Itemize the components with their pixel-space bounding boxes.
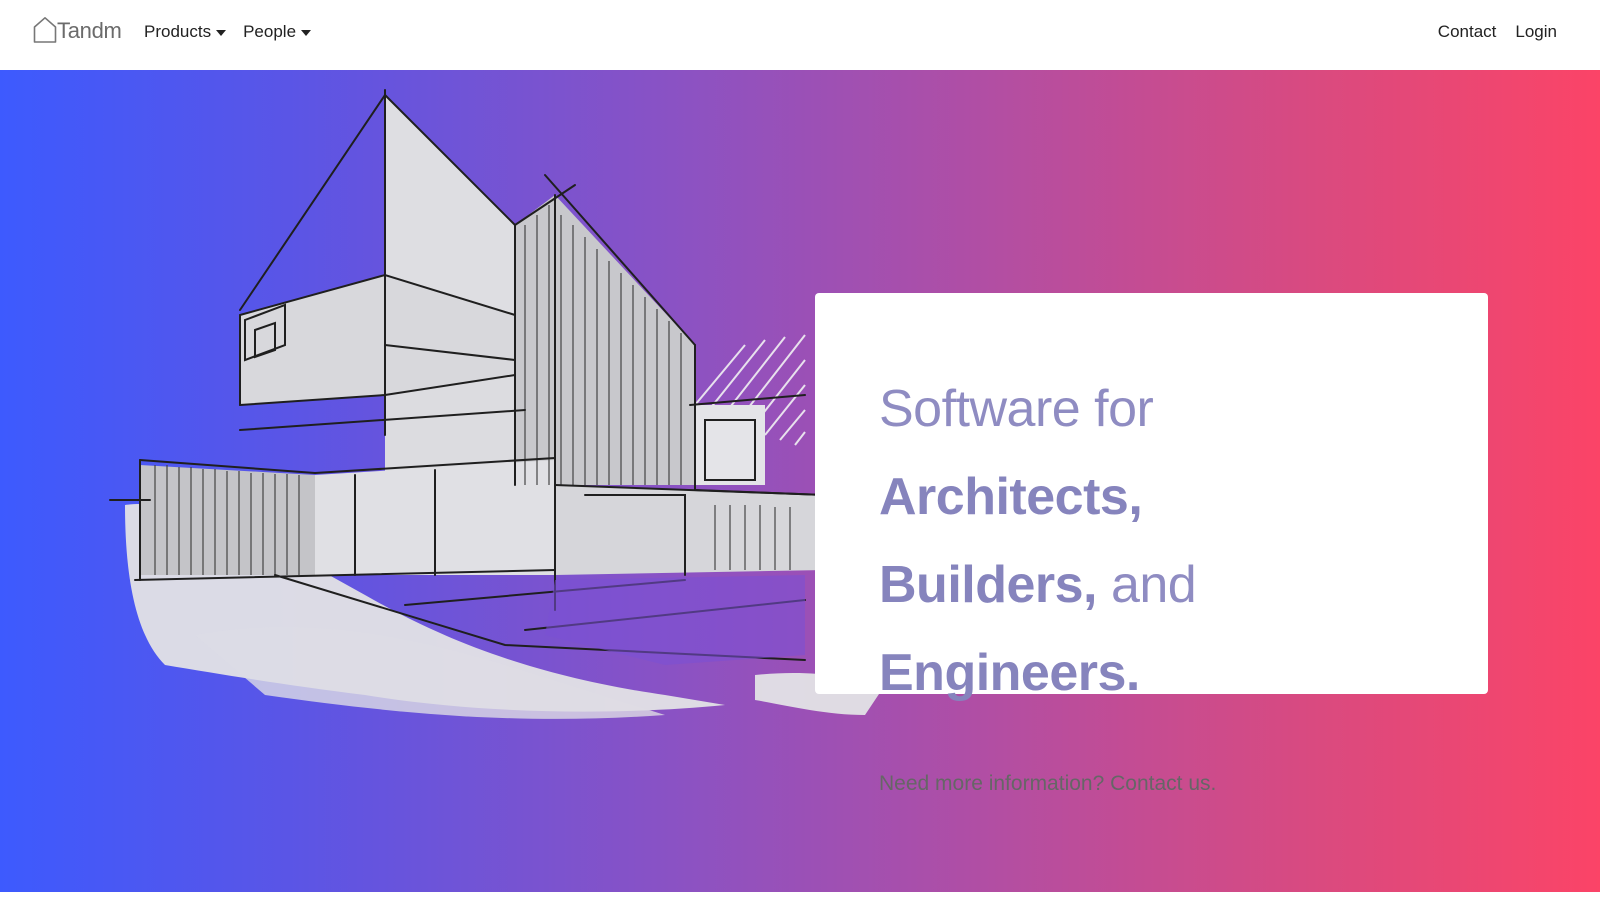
headline-text-1: Software for bbox=[879, 380, 1154, 438]
nav-left-menu: Products People bbox=[144, 22, 312, 42]
nav-people-dropdown[interactable]: People bbox=[243, 22, 312, 42]
brand-logo[interactable]: Tandm bbox=[33, 16, 122, 43]
house-icon bbox=[33, 17, 57, 43]
contact-prompt-text: Need more information? bbox=[879, 772, 1111, 795]
caret-down-icon bbox=[301, 29, 312, 36]
nav-right-menu: Contact Login bbox=[1438, 22, 1557, 42]
brand-name: Tandm bbox=[57, 18, 122, 43]
contact-prompt: Need more information? Contact us. bbox=[879, 772, 1424, 796]
hero-section: Software for Architects, Builders, and E… bbox=[0, 70, 1600, 900]
hero-card: Software for Architects, Builders, and E… bbox=[815, 293, 1488, 795]
top-navbar: Tandm Products People Contact Login bbox=[0, 0, 1600, 70]
nav-products-label: Products bbox=[144, 22, 212, 41]
bottom-edge bbox=[0, 892, 1600, 900]
nav-products-dropdown[interactable]: Products bbox=[144, 22, 227, 42]
headline-engineers: Engineers. bbox=[879, 644, 1140, 702]
caret-down-icon bbox=[216, 29, 227, 36]
nav-login-link[interactable]: Login bbox=[1515, 22, 1557, 42]
nav-people-label: People bbox=[243, 22, 297, 41]
nav-contact-link[interactable]: Contact bbox=[1438, 22, 1497, 42]
building-sketch-illustration bbox=[109, 89, 885, 719]
headline-builders: Builders, bbox=[879, 556, 1098, 614]
headline-architects: Architects, bbox=[879, 468, 1143, 526]
hero-headline: Software for Architects, Builders, and E… bbox=[879, 365, 1424, 717]
headline-text-2: and bbox=[1097, 556, 1197, 614]
contact-us-link[interactable]: Contact us. bbox=[1110, 772, 1216, 795]
